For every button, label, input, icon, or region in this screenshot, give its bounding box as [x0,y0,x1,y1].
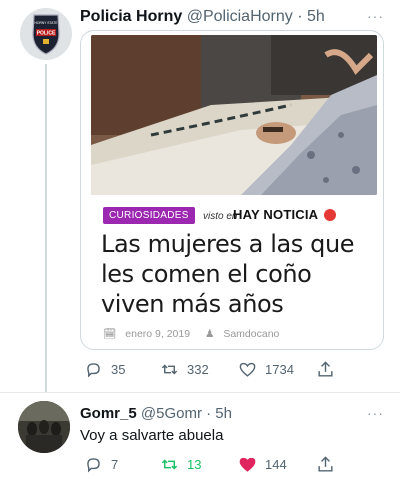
reply-like-count: 144 [265,456,287,472]
brand-logo-dot [324,209,336,221]
card-headline[interactable]: Las mujeres a las que les comen el coño … [101,229,379,319]
reply-author-avatar[interactable] [18,401,70,453]
like-icon [239,457,256,472]
card-photo [91,35,377,195]
reply-icon [87,457,100,473]
calendar-icon: 🗓 [103,328,117,340]
reply-button[interactable]: 35 [84,358,125,380]
link-card[interactable]: CURIOSIDADES visto en HAY NOTICIA Las mu… [80,30,384,350]
reply-reply-count: 7 [111,456,119,472]
source-brand: HAY NOTICIA [233,207,319,222]
reply-like-button[interactable]: 144 [238,453,287,475]
author-avatar[interactable]: HORNY STATE POLICE [20,8,72,60]
reply-icon [87,362,100,378]
card-photo-image [91,35,377,195]
like-count: 1734 [265,361,294,377]
tweet-reply: Gomr_5 @5Gomr · 5h ··· Voy a salvarte ab… [0,392,400,479]
reply-count: 35 [111,361,126,377]
reply-author-name[interactable]: Gomr_5 [80,405,137,422]
more-options-icon[interactable]: ··· [367,8,384,24]
retweet-count: 332 [187,361,209,377]
retweet-button[interactable]: 332 [160,358,209,380]
card-date: enero 9, 2019 [125,328,191,340]
tweet-main: HORNY STATE POLICE Policia Horny @Polici… [0,0,400,392]
card-author: Samdocano [223,328,280,340]
reply-retweet-count: 13 [187,456,202,472]
reply-actions: 7 13 144 [80,453,380,475]
tweet-header: Policia Horny @PoliciaHorny · 5h [80,8,325,26]
reply-text: Voy a salvarte abuela [80,427,224,444]
reply-avatar-image [18,401,70,453]
user-icon: ♟ [205,328,215,340]
tweet-time[interactable]: · 5h [297,8,325,25]
police-badge-icon: HORNY STATE POLICE [32,14,60,55]
card-meta: 🗓 enero 9, 2019 ♟ Samdocano [103,327,285,340]
badge-top-text: HORNY STATE [35,21,59,25]
share-button[interactable] [316,358,343,380]
reply-retweet-button[interactable]: 13 [160,453,201,475]
reply-time[interactable]: · 5h [206,405,232,422]
retweet-icon [161,364,178,374]
badge-main-text: POLICE [37,31,56,37]
author-name[interactable]: Policia Horny [80,8,182,25]
share-icon [318,455,333,472]
retweet-icon [161,459,178,469]
category-tag[interactable]: CURIOSIDADES [103,207,195,224]
share-icon [318,360,333,377]
tweet-actions: 35 332 1734 [80,358,380,380]
thread-line [45,64,47,392]
reply-reply-button[interactable]: 7 [84,453,118,475]
author-handle[interactable]: @PoliciaHorny [187,8,293,25]
reply-author-handle[interactable]: @5Gomr [141,405,202,422]
like-button[interactable]: 1734 [238,358,294,380]
reply-share-button[interactable] [316,453,343,475]
like-icon [239,362,256,377]
reply-more-options-icon[interactable]: ··· [367,405,384,421]
reply-header: Gomr_5 @5Gomr · 5h [80,405,232,422]
